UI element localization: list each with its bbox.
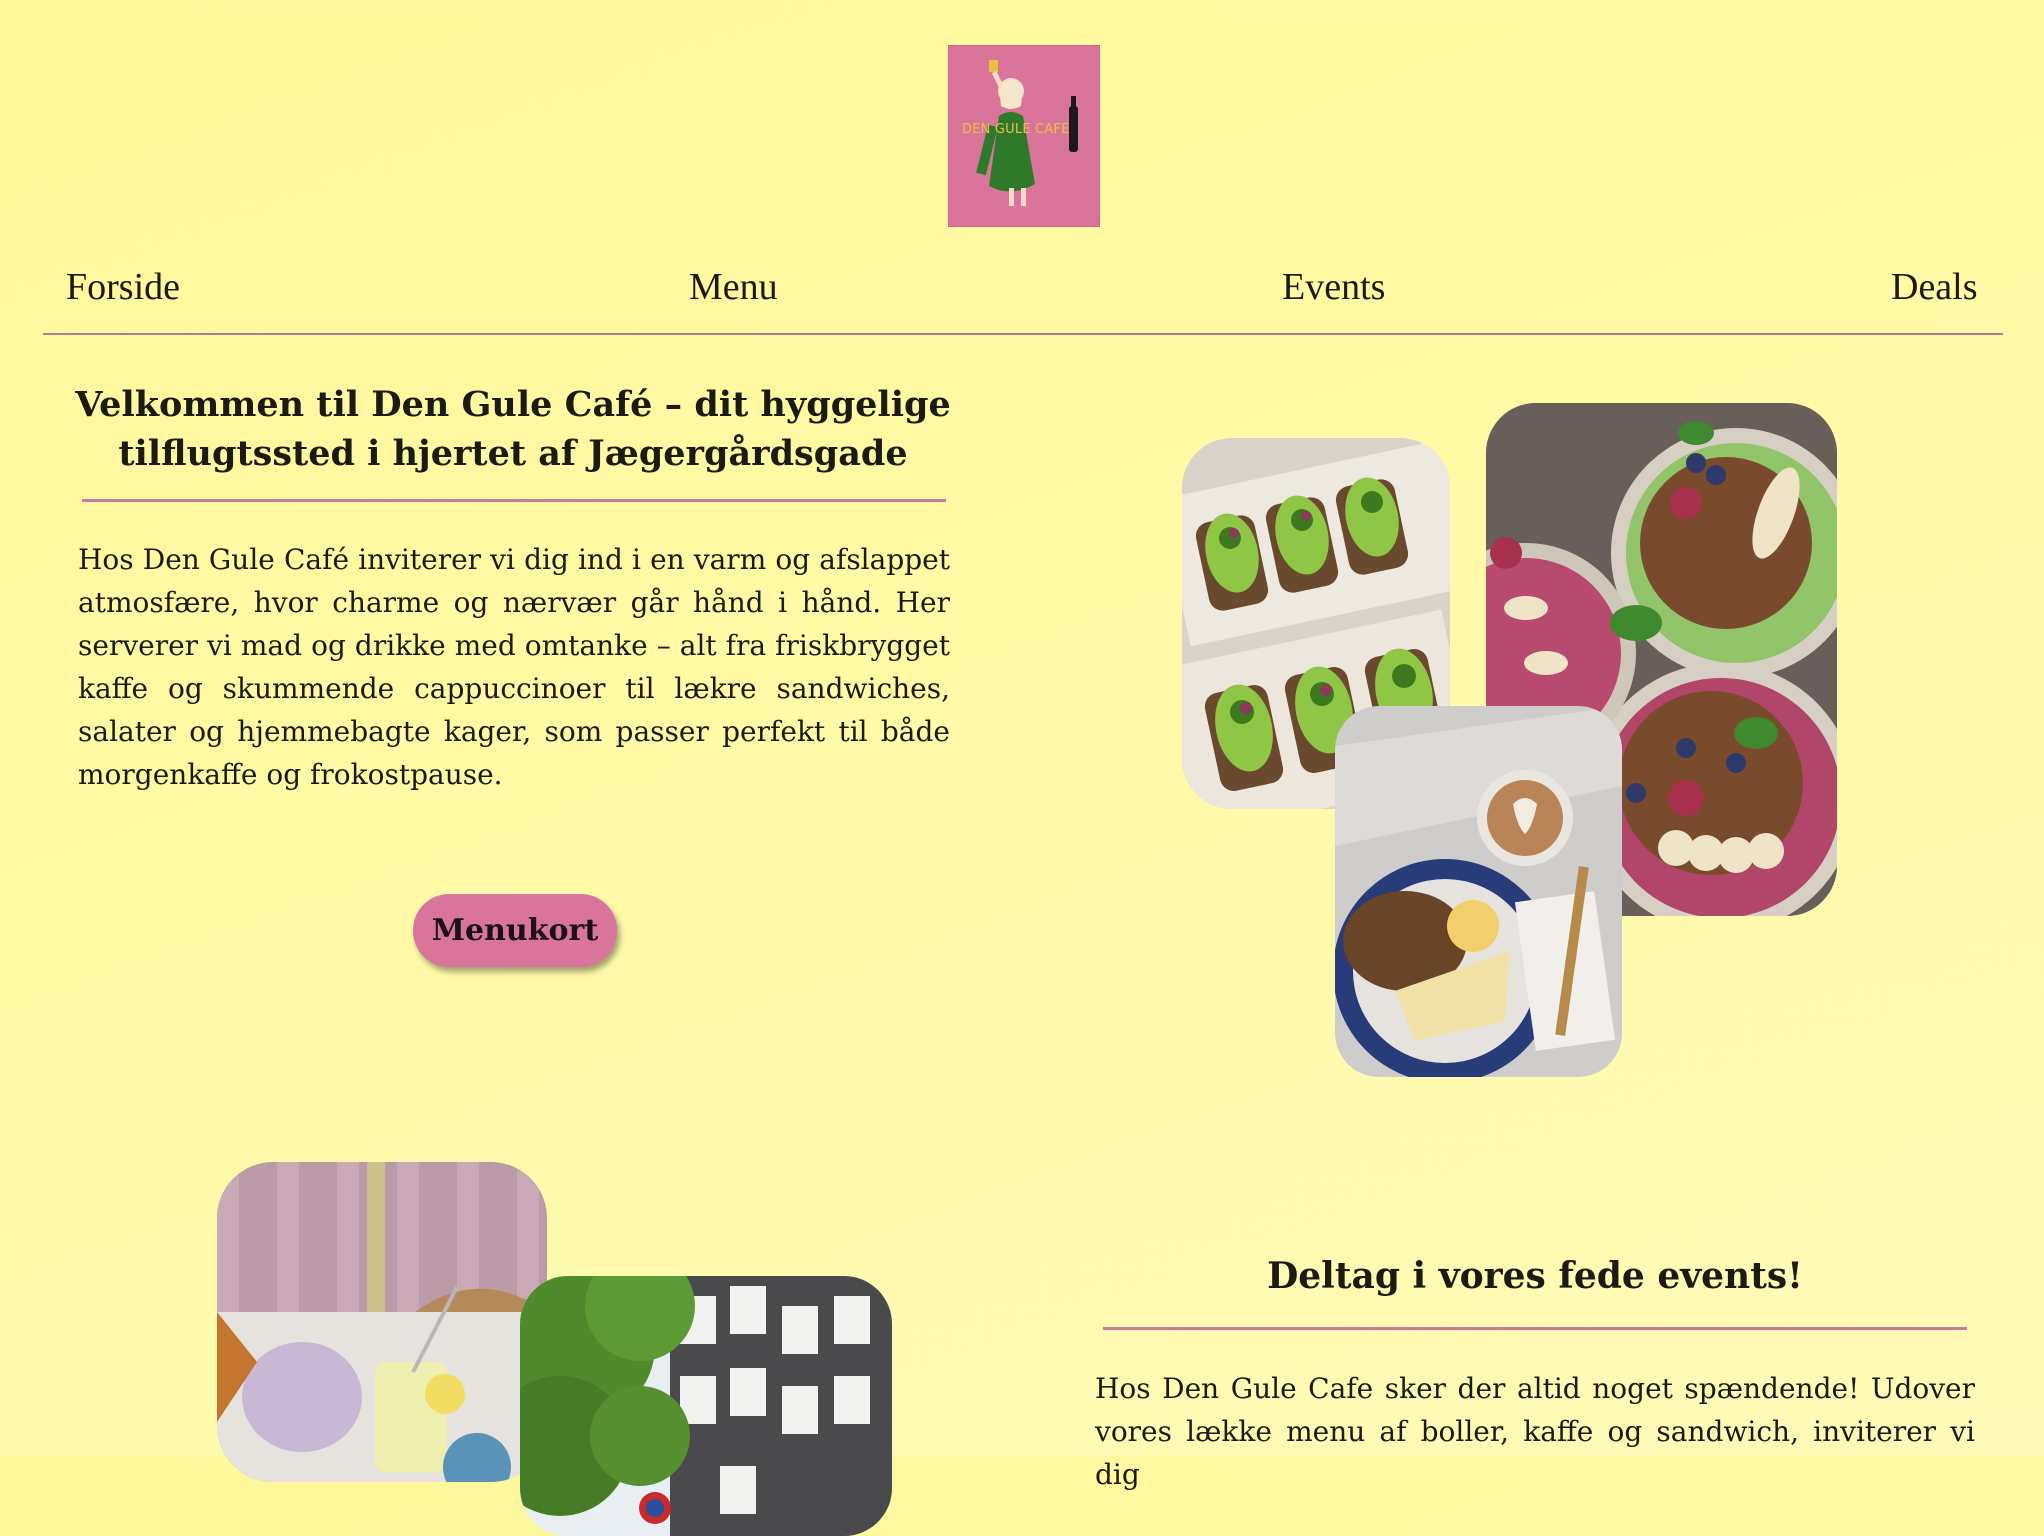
welcome-paragraph: Hos Den Gule Café inviterer vi dig ind i… — [78, 543, 950, 791]
welcome-heading-rule — [82, 499, 946, 502]
events-heading: Deltag i vores fede events! — [1267, 1255, 1803, 1297]
street-photo — [520, 1276, 892, 1536]
logo-text: DEN GULE CAFE — [962, 122, 1070, 137]
welcome-heading: Velkommen til Den Gule Café – dit hyggel… — [75, 384, 951, 474]
cafe-table-photo — [217, 1162, 547, 1482]
events-heading-rule — [1103, 1327, 1967, 1330]
nav-link-events[interactable]: Events — [1282, 265, 1385, 309]
nav-link-deals[interactable]: Deals — [1891, 265, 1978, 309]
nav-link-menu[interactable]: Menu — [689, 265, 778, 309]
cafe-logo[interactable]: DEN GULE CAFE — [948, 45, 1100, 227]
nav-divider — [43, 333, 2003, 335]
nav-link-forside[interactable]: Forside — [66, 265, 180, 309]
menukort-button[interactable]: Menukort — [413, 894, 617, 967]
events-paragraph: Hos Den Gule Cafe sker der altid noget s… — [1095, 1372, 1975, 1491]
coffee-and-bread-photo — [1335, 706, 1622, 1077]
